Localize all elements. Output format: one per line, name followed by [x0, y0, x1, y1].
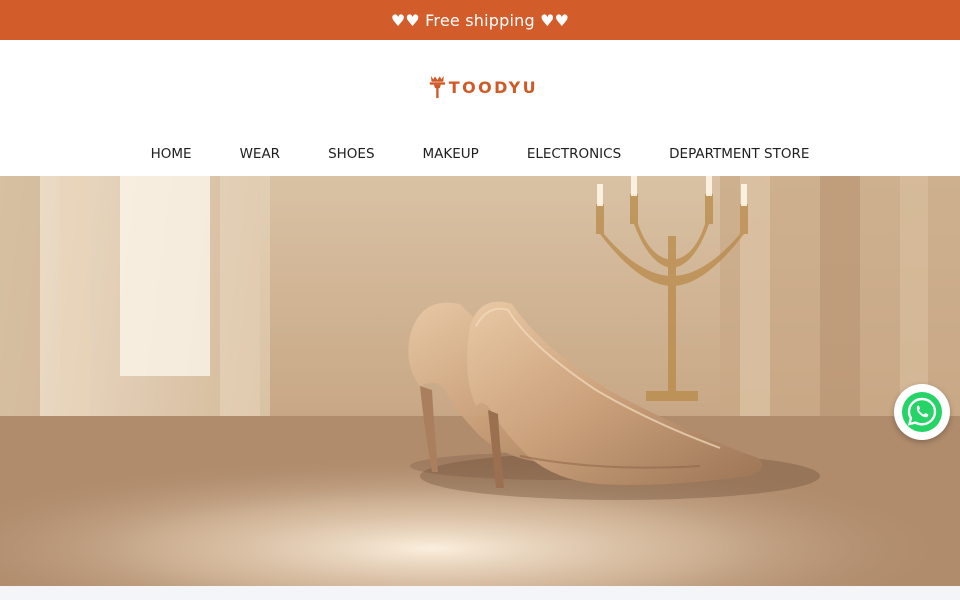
whatsapp-icon	[902, 392, 942, 432]
whatsapp-chat-button[interactable]	[894, 384, 950, 440]
site-header: TOODYU HOME WEAR SHOES MAKEUP ELECTRONIC…	[0, 40, 960, 176]
logo-mark-icon	[429, 75, 446, 99]
nav-item-department-store[interactable]: DEPARTMENT STORE	[645, 140, 833, 168]
high-heel-shoes-image	[0, 176, 960, 586]
brand-name: TOODYU	[448, 77, 538, 97]
main-nav: HOME WEAR SHOES MAKEUP ELECTRONICS DEPAR…	[0, 140, 960, 168]
brand-logo[interactable]: TOODYU	[428, 66, 538, 108]
announcement-bar: ♥♥ Free shipping ♥♥	[0, 0, 960, 40]
bottom-strip	[0, 586, 960, 600]
nav-item-home[interactable]: HOME	[127, 140, 216, 168]
nav-item-wear[interactable]: WEAR	[216, 140, 305, 168]
nav-item-shoes[interactable]: SHOES	[304, 140, 398, 168]
nav-item-electronics[interactable]: ELECTRONICS	[503, 140, 645, 168]
nav-item-makeup[interactable]: MAKEUP	[399, 140, 503, 168]
announcement-text: ♥♥ Free shipping ♥♥	[390, 10, 570, 30]
hero-banner[interactable]	[0, 176, 960, 586]
